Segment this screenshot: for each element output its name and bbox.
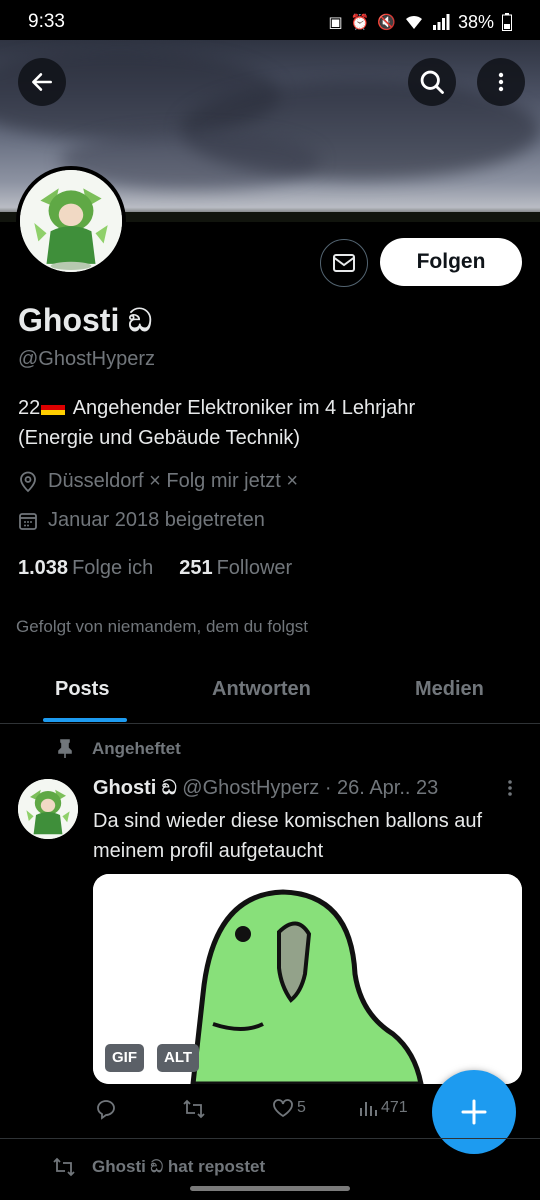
- like-count: 5: [297, 1099, 306, 1116]
- alarm-icon: ⏰: [350, 14, 370, 31]
- tab-posts[interactable]: Posts: [55, 678, 109, 701]
- bio-line-2: (Energie und Gebäude Technik): [18, 427, 301, 449]
- bio-prefix: 22: [18, 397, 41, 419]
- tab-replies[interactable]: Antworten: [212, 678, 311, 701]
- follow-button[interactable]: Folgen: [380, 238, 522, 286]
- post-text: Da sind wieder diese komischen ballons a…: [93, 810, 483, 862]
- alt-badge[interactable]: ALT: [157, 1044, 200, 1072]
- active-tab-indicator: [43, 718, 127, 722]
- profile-handle: @GhostHyperz: [18, 348, 156, 370]
- status-time: 9:33: [28, 11, 65, 32]
- repost-indicator: Ghosti ඞ hat repostet: [52, 1156, 265, 1178]
- avatar-image: [20, 170, 122, 272]
- post-author-meta: @GhostHyperz · 26. Apr.. 23: [176, 777, 439, 799]
- arrow-left-icon: [32, 73, 52, 91]
- pinned-indicator: Angeheftet: [56, 739, 181, 759]
- follow-stats: 1.038 Folge ich 251 Follower: [18, 557, 292, 580]
- views-count: 471: [381, 1099, 408, 1116]
- views-button[interactable]: 471: [358, 1098, 408, 1118]
- bio-line-1: Angehender Elektroniker im 4 Lehrjahr: [68, 397, 416, 419]
- repost-label: Ghosti ඞ hat repostet: [92, 1157, 266, 1176]
- more-options-button[interactable]: [477, 58, 525, 106]
- followers-count: 251: [179, 557, 213, 579]
- search-button[interactable]: [408, 58, 456, 106]
- like-button[interactable]: 5: [272, 1098, 306, 1118]
- repost-button[interactable]: [182, 1098, 206, 1120]
- reply-icon: [97, 1100, 115, 1120]
- post-divider: [0, 1138, 540, 1139]
- status-icons: ▣ ⏰ 🔇 38%: [328, 12, 512, 33]
- search-icon: [420, 70, 444, 94]
- joined-row: Januar 2018 beigetreten: [18, 509, 265, 532]
- post-header: Ghosti ඞ @GhostHyperz · 26. Apr.. 23: [93, 777, 438, 800]
- profile-avatar[interactable]: [16, 166, 126, 276]
- battery-percent: 38%: [457, 11, 494, 32]
- more-vertical-icon: [498, 72, 504, 92]
- message-button[interactable]: [320, 239, 368, 287]
- repost-icon: [183, 1099, 205, 1119]
- signal-icon: [432, 14, 450, 30]
- status-bar: 9:33 ▣ ⏰ 🔇 38%: [0, 0, 540, 44]
- following-count: 1.038: [18, 557, 69, 579]
- post-avatar-image: [18, 779, 78, 839]
- more-vertical-icon: [508, 780, 512, 796]
- following-label: Folge ich: [72, 557, 154, 579]
- profile-name: Ghosti ඞ: [18, 302, 152, 338]
- profile-bio: 22 Angehender Elektroniker im 4 Lehrjahr…: [18, 393, 518, 453]
- envelope-icon: [333, 254, 355, 272]
- heart-icon: [273, 1099, 293, 1118]
- following-stat[interactable]: 1.038 Folge ich: [18, 557, 153, 580]
- post-author-name[interactable]: Ghosti ඞ: [93, 777, 177, 799]
- calendar-icon: [19, 512, 37, 530]
- home-indicator[interactable]: [190, 1186, 350, 1191]
- post-more-button[interactable]: [500, 778, 520, 804]
- analytics-icon: [360, 1102, 377, 1116]
- followers-label: Follower: [216, 557, 293, 579]
- post-author-avatar[interactable]: [18, 779, 78, 839]
- joined-text: Januar 2018 beigetreten: [48, 509, 265, 531]
- pinned-label: Angeheftet: [92, 739, 181, 758]
- followed-by-text: Gefolgt von niemandem, dem du folgst: [16, 617, 308, 636]
- location-text: Düsseldorf × Folg mir jetzt ×: [48, 470, 299, 492]
- reply-button[interactable]: [95, 1098, 117, 1120]
- gif-badge[interactable]: GIF: [105, 1044, 144, 1072]
- back-button[interactable]: [18, 58, 66, 106]
- profile-tabs: Posts Antworten Medien: [0, 660, 540, 724]
- location-pin-icon: [20, 471, 36, 492]
- mute-icon: 🔇: [377, 14, 396, 31]
- tab-media[interactable]: Medien: [415, 678, 484, 701]
- battery-icon: [502, 13, 512, 31]
- germany-flag-icon: [41, 400, 66, 415]
- post-media-gif[interactable]: GIF ALT: [93, 874, 522, 1084]
- plus-icon: [461, 1099, 487, 1125]
- followers-stat[interactable]: 251 Follower: [179, 557, 292, 580]
- repost-icon: [53, 1157, 75, 1177]
- pin-icon: [58, 739, 72, 758]
- location-row: Düsseldorf × Folg mir jetzt ×: [18, 470, 298, 493]
- wifi-icon: [405, 15, 422, 29]
- notification-icon: ▣: [328, 14, 343, 31]
- compose-post-button[interactable]: [432, 1070, 516, 1154]
